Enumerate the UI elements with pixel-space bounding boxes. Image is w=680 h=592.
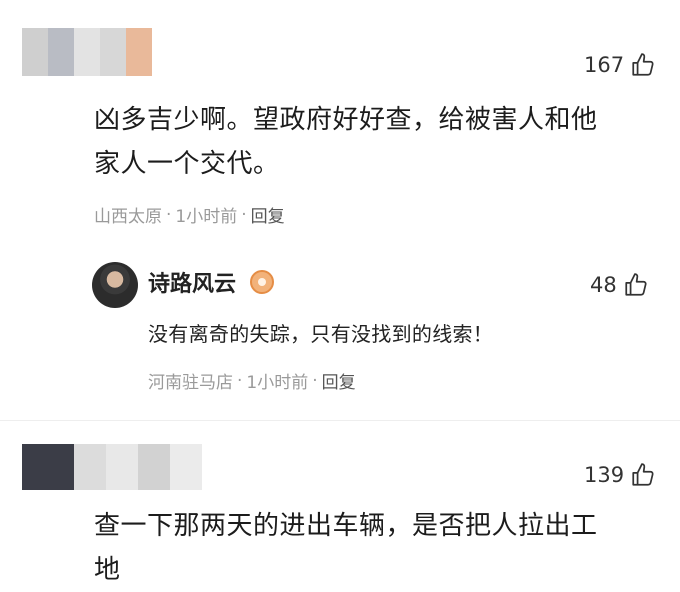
separator-dot: ·	[237, 370, 243, 391]
comment-text: 查一下那两天的进出车辆，是否把人拉出工 地	[94, 504, 598, 592]
separator-dot: ·	[241, 204, 247, 225]
like-count: 139	[584, 463, 625, 487]
comment-text-line: 地	[94, 555, 121, 585]
timestamp: 1小时前	[175, 207, 238, 227]
separator-dot: ·	[312, 370, 318, 391]
comment-meta: 山西太原 · 1小时前 · 回复	[94, 202, 285, 228]
thumbs-up-icon	[625, 273, 647, 296]
comment-text: 凶多吉少啊。望政府好好查，给被害人和他 家人一个交代。	[94, 98, 598, 186]
reply-link[interactable]: 回复	[251, 202, 285, 227]
like-button[interactable]: 139	[584, 462, 656, 488]
avatar[interactable]	[92, 262, 138, 308]
censored-username	[22, 444, 202, 490]
location: 河南驻马店	[148, 373, 233, 393]
reply-text: 没有离奇的失踪，只有没找到的线索！	[148, 322, 494, 346]
reply-link[interactable]: 回复	[322, 368, 356, 393]
comment-text-line: 凶多吉少啊。望政府好好查，给被害人和他	[94, 105, 598, 135]
like-button[interactable]: 167	[584, 52, 656, 78]
comment-item: 167 凶多吉少啊。望政府好好查，给被害人和他 家人一个交代。 山西太原 · 1…	[0, 0, 680, 410]
censored-username	[22, 28, 152, 76]
timestamp: 1小时前	[246, 373, 309, 393]
comment-text-line: 查一下那两天的进出车辆，是否把人拉出工	[94, 511, 598, 541]
medal-icon	[250, 270, 274, 294]
like-button[interactable]: 48	[590, 272, 649, 298]
like-count: 48	[590, 273, 617, 297]
thumbs-up-icon	[632, 53, 654, 76]
comment-item: 139 查一下那两天的进出车辆，是否把人拉出工 地	[0, 420, 680, 585]
separator-dot: ·	[166, 204, 172, 225]
comment-text-line: 家人一个交代。	[94, 149, 280, 179]
thumbs-up-icon	[632, 463, 654, 486]
location: 山西太原	[94, 207, 162, 227]
like-count: 167	[584, 53, 625, 77]
reply-meta: 河南驻马店 · 1小时前 · 回复	[148, 368, 356, 394]
reply-username[interactable]: 诗路风云	[148, 266, 236, 298]
